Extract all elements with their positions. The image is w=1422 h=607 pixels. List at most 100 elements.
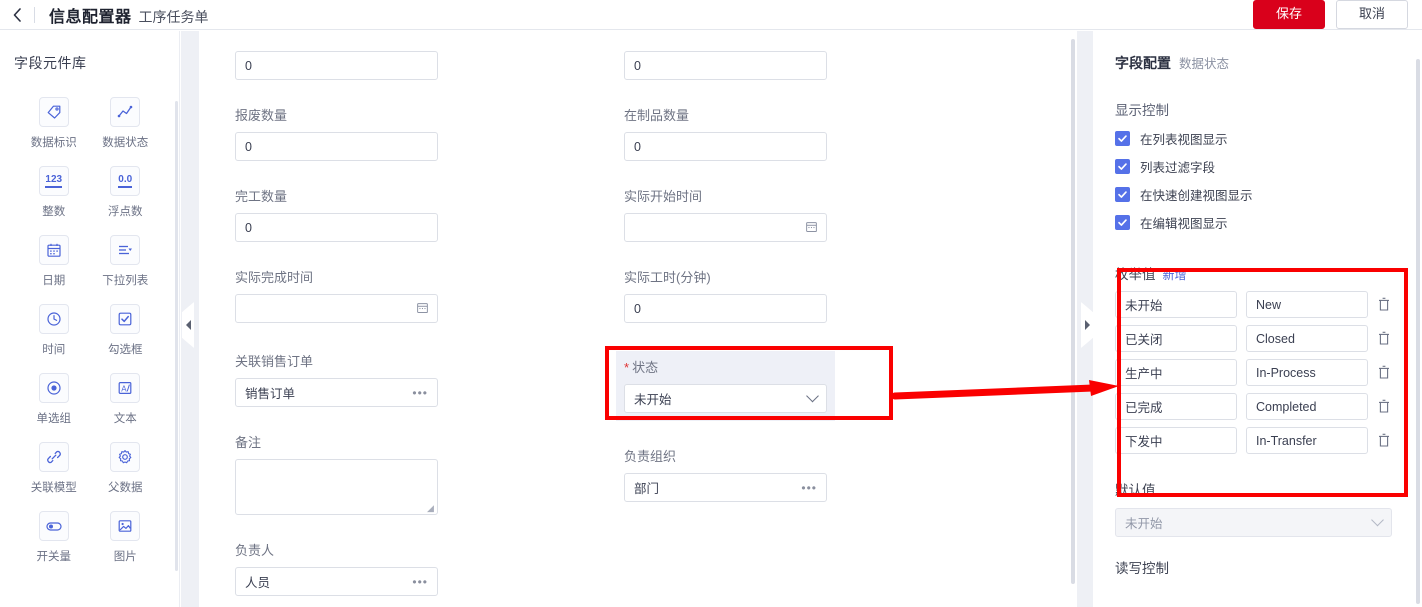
field-config-panel: 字段配置 数据状态 显示控制 在列表视图显示 列表过滤字段 在快速创建视图显示 … [1093, 31, 1422, 607]
checkbox-list-filter-field[interactable]: 列表过滤字段 [1115, 157, 1422, 176]
save-button[interactable]: 保存 [1252, 0, 1325, 29]
form-field-top-right[interactable]: 0 [624, 51, 924, 80]
more-dots-icon[interactable]: ••• [412, 386, 428, 400]
chevron-down-icon [806, 389, 819, 402]
number-input[interactable]: 0 [624, 294, 827, 323]
panel-scrollbar[interactable] [1416, 59, 1420, 604]
form-column-right: 0 在制品数量 0 实际开始时间 实际工时(分钟) 0 * 状态 未开始 负责组… [616, 31, 924, 520]
enum-row: 已完成 Completed [1115, 393, 1422, 420]
form-field-actual-start-time[interactable]: 实际开始时间 [624, 186, 924, 242]
palette-item-radio-group[interactable]: 单选组 [18, 373, 90, 426]
date-input[interactable] [235, 294, 438, 323]
cancel-button[interactable]: 取消 [1335, 0, 1408, 29]
image-icon [110, 511, 141, 541]
palette-item-checkbox[interactable]: 勾选框 [90, 304, 162, 357]
calendar-icon[interactable] [805, 220, 818, 236]
palette-item-label: 图片 [113, 551, 137, 563]
form-field-actual-finish-time[interactable]: 实际完成时间 [235, 267, 535, 323]
default-value-select[interactable]: 未开始 [1115, 508, 1392, 537]
palette-item-image[interactable]: 图片 [90, 511, 162, 564]
back-button[interactable] [0, 0, 34, 30]
palette-item-data-identifier[interactable]: 数据标识 [18, 97, 90, 150]
chevron-down-icon [1371, 513, 1384, 526]
form-field-owner[interactable]: 负责人 人员 ••• [235, 540, 535, 596]
sidebar-scrollbar[interactable] [175, 101, 178, 571]
palette-item-switch[interactable]: 开关量 [18, 511, 90, 564]
more-dots-icon[interactable]: ••• [412, 575, 428, 589]
palette-item-dropdown[interactable]: 下拉列表 [90, 235, 162, 288]
field-label: 在制品数量 [624, 108, 690, 123]
enum-code-input[interactable]: In-Transfer [1246, 427, 1368, 454]
lookup-input[interactable]: 销售订单 ••• [235, 378, 438, 407]
form-field-related-sales-order[interactable]: 关联销售订单 销售订单 ••• [235, 351, 535, 407]
enum-row: 生产中 In-Process [1115, 359, 1422, 386]
delete-icon[interactable] [1377, 331, 1391, 346]
number-input[interactable]: 0 [624, 51, 827, 80]
enum-row: 未开始 New [1115, 291, 1422, 318]
form-field-completed-quantity[interactable]: 完工数量 0 [235, 186, 535, 242]
check-icon [1115, 159, 1130, 174]
enum-name-input[interactable]: 已关闭 [1115, 325, 1237, 352]
default-value-section: 默认值 未开始 [1093, 461, 1422, 537]
checkbox-show-in-list-view[interactable]: 在列表视图显示 [1115, 129, 1422, 148]
enum-name-input[interactable]: 已完成 [1115, 393, 1237, 420]
enum-code-input[interactable]: In-Process [1246, 359, 1368, 386]
form-field-actual-work-minutes[interactable]: 实际工时(分钟) 0 [624, 267, 924, 323]
chevron-left-icon [13, 7, 21, 22]
number-input[interactable]: 0 [235, 132, 438, 161]
form-field-scrap-quantity[interactable]: 报废数量 0 [235, 105, 535, 161]
resize-grip-icon[interactable]: ◢ [427, 504, 435, 513]
required-star-icon: * [624, 360, 630, 375]
number-input[interactable]: 0 [624, 132, 827, 161]
form-field-top-left[interactable]: 0 [235, 51, 535, 80]
date-input[interactable] [624, 213, 827, 242]
palette-item-float[interactable]: 0.0 浮点数 [90, 166, 162, 219]
lookup-input[interactable]: 人员 ••• [235, 567, 438, 596]
number-input[interactable]: 0 [235, 213, 438, 242]
palette-item-data-state[interactable]: 数据状态 [90, 97, 162, 150]
toggle-icon [38, 511, 69, 541]
form-field-wip-quantity[interactable]: 在制品数量 0 [624, 105, 924, 161]
enum-name-input[interactable]: 下发中 [1115, 427, 1237, 454]
gear-icon [110, 442, 141, 472]
chevron-left-icon [185, 320, 191, 330]
form-field-remark[interactable]: 备注 ◢ [235, 432, 535, 515]
palette-item-related-model[interactable]: 关联模型 [18, 442, 90, 495]
enum-code-input[interactable]: New [1246, 291, 1368, 318]
checkbox-show-in-edit-view[interactable]: 在编辑视图显示 [1115, 213, 1422, 232]
palette-item-label: 下拉列表 [102, 275, 149, 287]
textarea-input[interactable]: ◢ [235, 459, 438, 515]
canvas-scrollbar[interactable] [1071, 39, 1075, 584]
checkbox-icon [110, 304, 141, 334]
palette-grid: 数据标识 数据状态 123 整数 0.0 浮点数 日期 下拉列表 时间 勾选框 … [0, 73, 179, 564]
enum-code-input[interactable]: Completed [1246, 393, 1368, 420]
delete-icon[interactable] [1377, 399, 1391, 414]
delete-icon[interactable] [1377, 297, 1391, 312]
palette-item-date[interactable]: 日期 [18, 235, 90, 288]
field-label: 实际完成时间 [235, 270, 314, 285]
delete-icon[interactable] [1377, 433, 1391, 448]
palette-item-integer[interactable]: 123 整数 [18, 166, 90, 219]
form-canvas: 0 报废数量 0 完工数量 0 实际完成时间 关联销售订单 销售订单 ••• 备… [199, 31, 1077, 607]
field-label: 关联销售订单 [235, 354, 314, 369]
checkbox-show-in-quick-create-view[interactable]: 在快速创建视图显示 [1115, 185, 1422, 204]
number-input[interactable]: 0 [235, 51, 438, 80]
palette-item-text[interactable]: A 文本 [90, 373, 162, 426]
lookup-input[interactable]: 部门 ••• [624, 473, 827, 502]
calendar-icon[interactable] [416, 301, 429, 317]
form-field-status[interactable]: * 状态 未开始 [616, 351, 835, 421]
form-field-owning-organization[interactable]: 负责组织 部门 ••• [624, 446, 924, 502]
palette-item-time[interactable]: 时间 [18, 304, 90, 357]
palette-item-parent-data[interactable]: 父数据 [90, 442, 162, 495]
enum-section-header: 枚举值 新增 [1093, 241, 1422, 283]
enum-add-link[interactable]: 新增 [1163, 266, 1187, 283]
field-label: * 状态 [624, 357, 827, 376]
delete-icon[interactable] [1377, 365, 1391, 380]
panel-subtitle: 数据状态 [1179, 57, 1230, 71]
enum-name-input[interactable]: 生产中 [1115, 359, 1237, 386]
integer-123-icon: 123 [38, 166, 69, 196]
more-dots-icon[interactable]: ••• [801, 481, 817, 495]
enum-name-input[interactable]: 未开始 [1115, 291, 1237, 318]
select-input[interactable]: 未开始 [624, 384, 827, 413]
enum-code-input[interactable]: Closed [1246, 325, 1368, 352]
